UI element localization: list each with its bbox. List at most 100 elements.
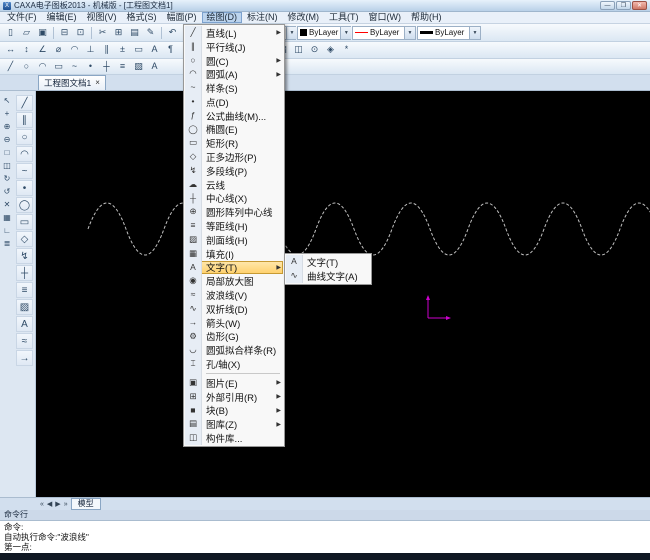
menu-item[interactable]: ≈ 波浪线(V) (185, 288, 283, 302)
arc-icon[interactable]: ◠ (16, 146, 33, 162)
new-icon[interactable]: ▯ (3, 26, 18, 40)
zoom-out-icon[interactable]: ⊖ (1, 134, 13, 146)
spline-icon[interactable]: ~ (16, 163, 33, 179)
linetype-combo[interactable]: ByLayer ▼ (352, 26, 416, 40)
open-icon[interactable]: ▱ (19, 26, 34, 40)
menubar-item[interactable]: 标注(N) (242, 12, 283, 23)
polygon-icon[interactable]: ◇ (16, 231, 33, 247)
offset-line-icon[interactable]: ≡ (16, 282, 33, 298)
asterisk-icon[interactable]: * (339, 43, 354, 57)
polyline-icon[interactable]: ↯ (16, 248, 33, 264)
text-icon[interactable]: A (16, 316, 33, 332)
menu-item[interactable]: ⊕ 圆形阵列中心线 (185, 205, 283, 219)
point-icon[interactable]: • (83, 60, 98, 74)
menubar-item[interactable]: 编辑(E) (42, 12, 82, 23)
menu-item[interactable]: • 点(D) (185, 95, 283, 109)
menu-item[interactable]: ⌶ 孔/轴(X) (185, 357, 283, 371)
paragraph-icon[interactable]: ¶ (163, 43, 178, 57)
menu-item[interactable]: ∥ 平行线(J) (185, 40, 283, 54)
paste-icon[interactable]: ▤ (127, 26, 142, 40)
menu-item[interactable]: ◯ 椭圆(E) (185, 123, 283, 137)
hatch-icon[interactable]: ▨ (131, 60, 146, 74)
menu-item[interactable]: ↯ 多段线(P) (185, 164, 283, 178)
color-combo[interactable]: ByLayer ▼ (297, 26, 351, 40)
line-icon[interactable]: ╱ (16, 95, 33, 111)
menu-item[interactable]: ▭ 矩形(R) (185, 136, 283, 150)
menu-item[interactable]: ◫ 构件库... (185, 431, 283, 445)
menu-item[interactable]: ◇ 正多边形(P) (185, 150, 283, 164)
separator[interactable] (53, 27, 54, 39)
copy-icon[interactable]: ⊞ (111, 26, 126, 40)
next-tab-icon[interactable]: ▶ (55, 500, 60, 508)
centerline-icon[interactable]: ┼ (16, 265, 33, 281)
pan-icon[interactable]: + (1, 108, 13, 120)
offset-icon[interactable]: ≡ (115, 60, 130, 74)
zoom-window-icon[interactable]: □ (1, 147, 13, 159)
hatch-icon[interactable]: ▨ (16, 299, 33, 315)
close-icon[interactable]: × (95, 79, 100, 87)
vertical-dimension-icon[interactable]: ↕ (19, 43, 34, 57)
menu-item[interactable]: ○ 圆(C) ▶ (185, 54, 283, 68)
menu-item[interactable]: ☁ 云线 (185, 178, 283, 192)
menu-item[interactable]: ▣ 图片(E) ▶ (185, 376, 283, 390)
text-annotation-icon[interactable]: A (147, 43, 162, 57)
maximize-button[interactable]: ❐ (616, 1, 631, 10)
menubar-item[interactable]: 帮助(H) (406, 12, 447, 23)
close-button[interactable]: ✕ (632, 1, 647, 10)
submenu-item[interactable]: ∿ 曲线文字(A) (286, 269, 370, 283)
menu-item[interactable]: ~ 样条(S) (185, 81, 283, 95)
ortho-icon[interactable]: ∟ (1, 225, 13, 237)
lineweight-combo[interactable]: ByLayer ▼ (417, 26, 481, 40)
chevron-down-icon[interactable]: ▼ (469, 27, 480, 39)
grid-icon[interactable]: ▦ (1, 212, 13, 224)
submenu-item[interactable]: A 文字(T) (286, 255, 370, 269)
circle-icon[interactable]: ○ (16, 129, 33, 145)
menubar-item[interactable]: 绘图(D) (202, 12, 243, 23)
minimize-button[interactable]: — (600, 1, 615, 10)
circle-icon[interactable]: ○ (19, 60, 34, 74)
menubar-item[interactable]: 幅面(P) (162, 12, 202, 23)
menu-item[interactable]: ≡ 等距线(H) (185, 219, 283, 233)
model-tab[interactable]: 模型 (71, 498, 101, 510)
print-icon[interactable]: ⊟ (57, 26, 72, 40)
centerline-icon[interactable]: ┼ (99, 60, 114, 74)
menu-item[interactable]: → 箭头(W) (185, 316, 283, 330)
view-back-icon[interactable]: ↺ (1, 186, 13, 198)
menu-item[interactable]: ⊞ 外部引用(R) ▶ (185, 390, 283, 404)
menubar-item[interactable]: 修改(M) (283, 12, 325, 23)
menu-item[interactable]: ╱ 直线(L) ▶ (185, 26, 283, 40)
delete-icon[interactable]: ✕ (1, 199, 13, 211)
menubar-item[interactable]: 格式(S) (122, 12, 162, 23)
command-history[interactable]: 命令:自动执行命令:"波浪线"第一点: (0, 521, 650, 553)
command-panel[interactable]: 命令行 命令:自动执行命令:"波浪线"第一点: (0, 510, 650, 553)
chevron-down-icon[interactable]: ▼ (286, 27, 297, 39)
menu-item[interactable]: ▤ 图库(Z) ▶ (185, 417, 283, 431)
parallel-line-icon[interactable]: ∥ (16, 112, 33, 128)
rectangle-icon[interactable]: ▭ (51, 60, 66, 74)
menu-item[interactable]: ▨ 剖面线(H) (185, 233, 283, 247)
document-tab[interactable]: 工程图文档1 × (38, 75, 106, 90)
separator[interactable] (91, 27, 92, 39)
menubar-item[interactable]: 视图(V) (82, 12, 122, 23)
menu-item[interactable]: ┼ 中心线(X) (185, 192, 283, 206)
menu-item[interactable]: ◉ 局部放大图 (185, 274, 283, 288)
rect-annotation-icon[interactable]: ▭ (131, 43, 146, 57)
menu-item[interactable]: ■ 块(B) ▶ (185, 404, 283, 418)
zoom-in-icon[interactable]: ⊕ (1, 121, 13, 133)
horizontal-dimension-icon[interactable]: ↔ (3, 43, 18, 57)
center-mark-icon[interactable]: ⊙ (307, 43, 322, 57)
cut-icon[interactable]: ✂ (95, 26, 110, 40)
angle-dimension-icon[interactable]: ∠ (35, 43, 50, 57)
point-icon[interactable]: • (16, 180, 33, 196)
drawing-canvas[interactable] (36, 91, 650, 497)
print-preview-icon[interactable]: ⊡ (73, 26, 88, 40)
select-icon[interactable]: ↖ (1, 95, 13, 107)
format-painter-icon[interactable]: ✎ (143, 26, 158, 40)
text-icon[interactable]: A (147, 60, 162, 74)
symbol-icon[interactable]: ◈ (323, 43, 338, 57)
menu-item[interactable]: ∿ 双折线(D) (185, 302, 283, 316)
save-icon[interactable]: ▣ (35, 26, 50, 40)
menu-item[interactable]: ƒ 公式曲线(M)... (185, 109, 283, 123)
arrow-icon[interactable]: → (16, 350, 33, 366)
menu-item[interactable]: ⚙ 齿形(G) (185, 330, 283, 344)
